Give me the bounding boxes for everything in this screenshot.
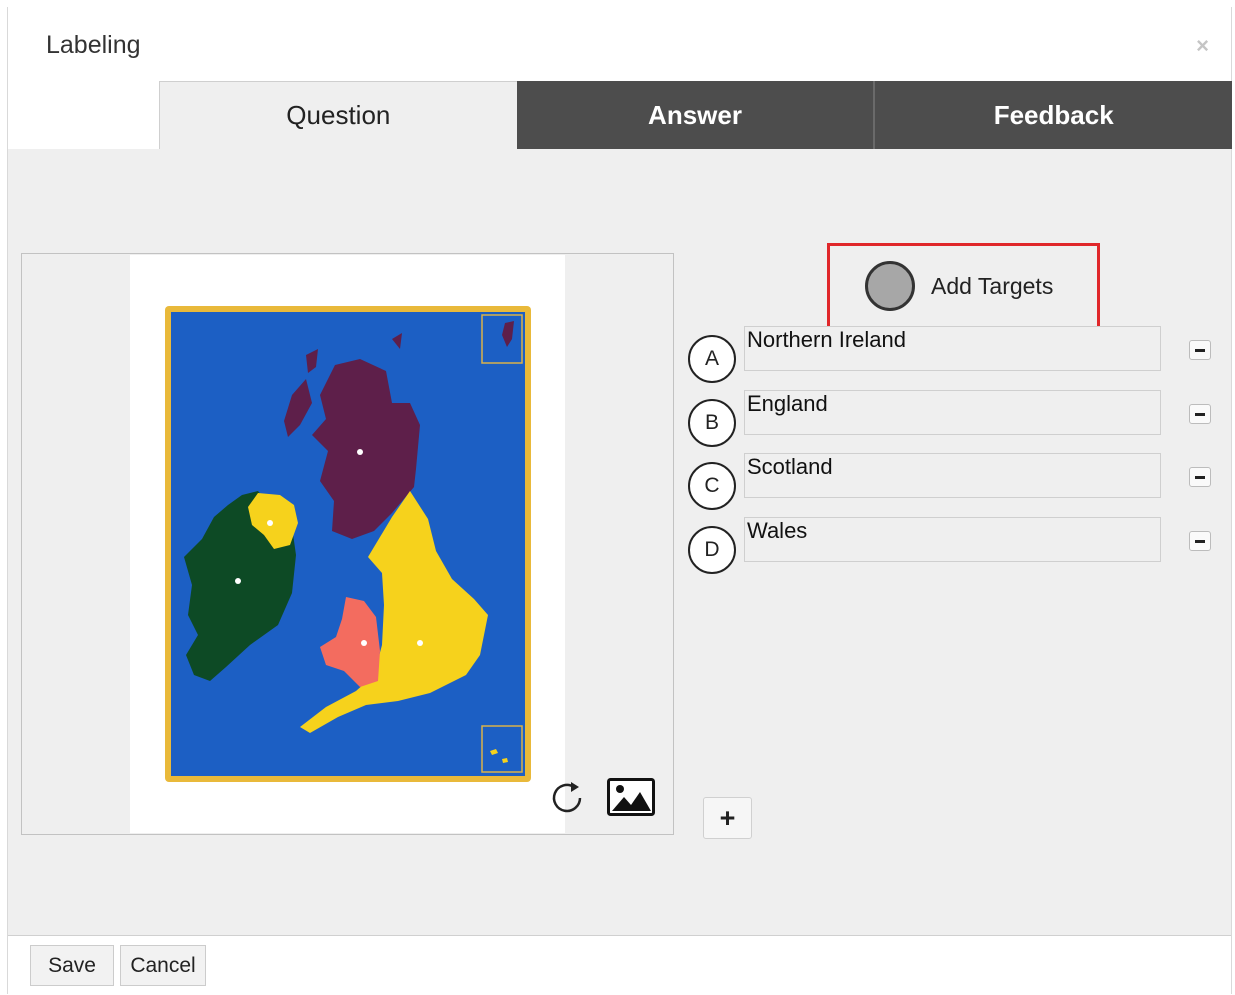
map-image-canvas bbox=[130, 255, 565, 833]
remove-target-button[interactable] bbox=[1189, 404, 1211, 424]
uk-ireland-map-image bbox=[165, 306, 531, 782]
target-row-b: B England bbox=[688, 390, 1218, 449]
target-row-a: A Northern Ireland bbox=[688, 326, 1218, 385]
target-row-c: C Scotland bbox=[688, 453, 1218, 512]
labeling-dialog: Labeling × Question Answer Feedback Add … bbox=[7, 7, 1233, 995]
tab-feedback[interactable]: Feedback bbox=[873, 81, 1233, 149]
add-target-button[interactable]: + bbox=[703, 797, 752, 839]
save-button[interactable]: Save bbox=[30, 945, 114, 986]
target-label-input[interactable]: Northern Ireland bbox=[744, 326, 1161, 371]
minus-icon bbox=[1195, 540, 1205, 543]
target-row-d: D Wales bbox=[688, 517, 1218, 576]
cancel-button[interactable]: Cancel bbox=[120, 945, 206, 986]
target-circle-icon bbox=[865, 261, 915, 311]
minus-icon bbox=[1195, 413, 1205, 416]
dialog-footer: Save Cancel bbox=[8, 935, 1231, 995]
question-content: Add Targets A Northern Ireland B England… bbox=[8, 149, 1231, 935]
add-targets-label: Add Targets bbox=[931, 272, 1054, 299]
remove-target-button[interactable] bbox=[1189, 467, 1211, 487]
plus-icon: + bbox=[719, 802, 736, 833]
target-letter-badge: B bbox=[688, 399, 736, 447]
target-label-input[interactable]: England bbox=[744, 390, 1161, 435]
tab-answer[interactable]: Answer bbox=[516, 81, 874, 149]
target-letter-badge: A bbox=[688, 335, 736, 383]
image-icon[interactable] bbox=[607, 778, 655, 816]
image-panel bbox=[21, 253, 674, 835]
minus-icon bbox=[1195, 476, 1205, 479]
minus-icon bbox=[1195, 349, 1205, 352]
rotate-icon[interactable] bbox=[547, 778, 587, 818]
target-letter-badge: D bbox=[688, 526, 736, 574]
tab-bar: Question Answer Feedback bbox=[159, 81, 1233, 149]
remove-target-button[interactable] bbox=[1189, 531, 1211, 551]
target-label-input[interactable]: Wales bbox=[744, 517, 1161, 562]
add-targets-button[interactable]: Add Targets bbox=[827, 243, 1100, 329]
close-icon[interactable]: × bbox=[1196, 33, 1209, 59]
tab-question[interactable]: Question bbox=[159, 81, 517, 149]
target-letter-badge: C bbox=[688, 462, 736, 510]
remove-target-button[interactable] bbox=[1189, 340, 1211, 360]
dialog-title: Labeling bbox=[46, 31, 141, 59]
target-label-input[interactable]: Scotland bbox=[744, 453, 1161, 498]
